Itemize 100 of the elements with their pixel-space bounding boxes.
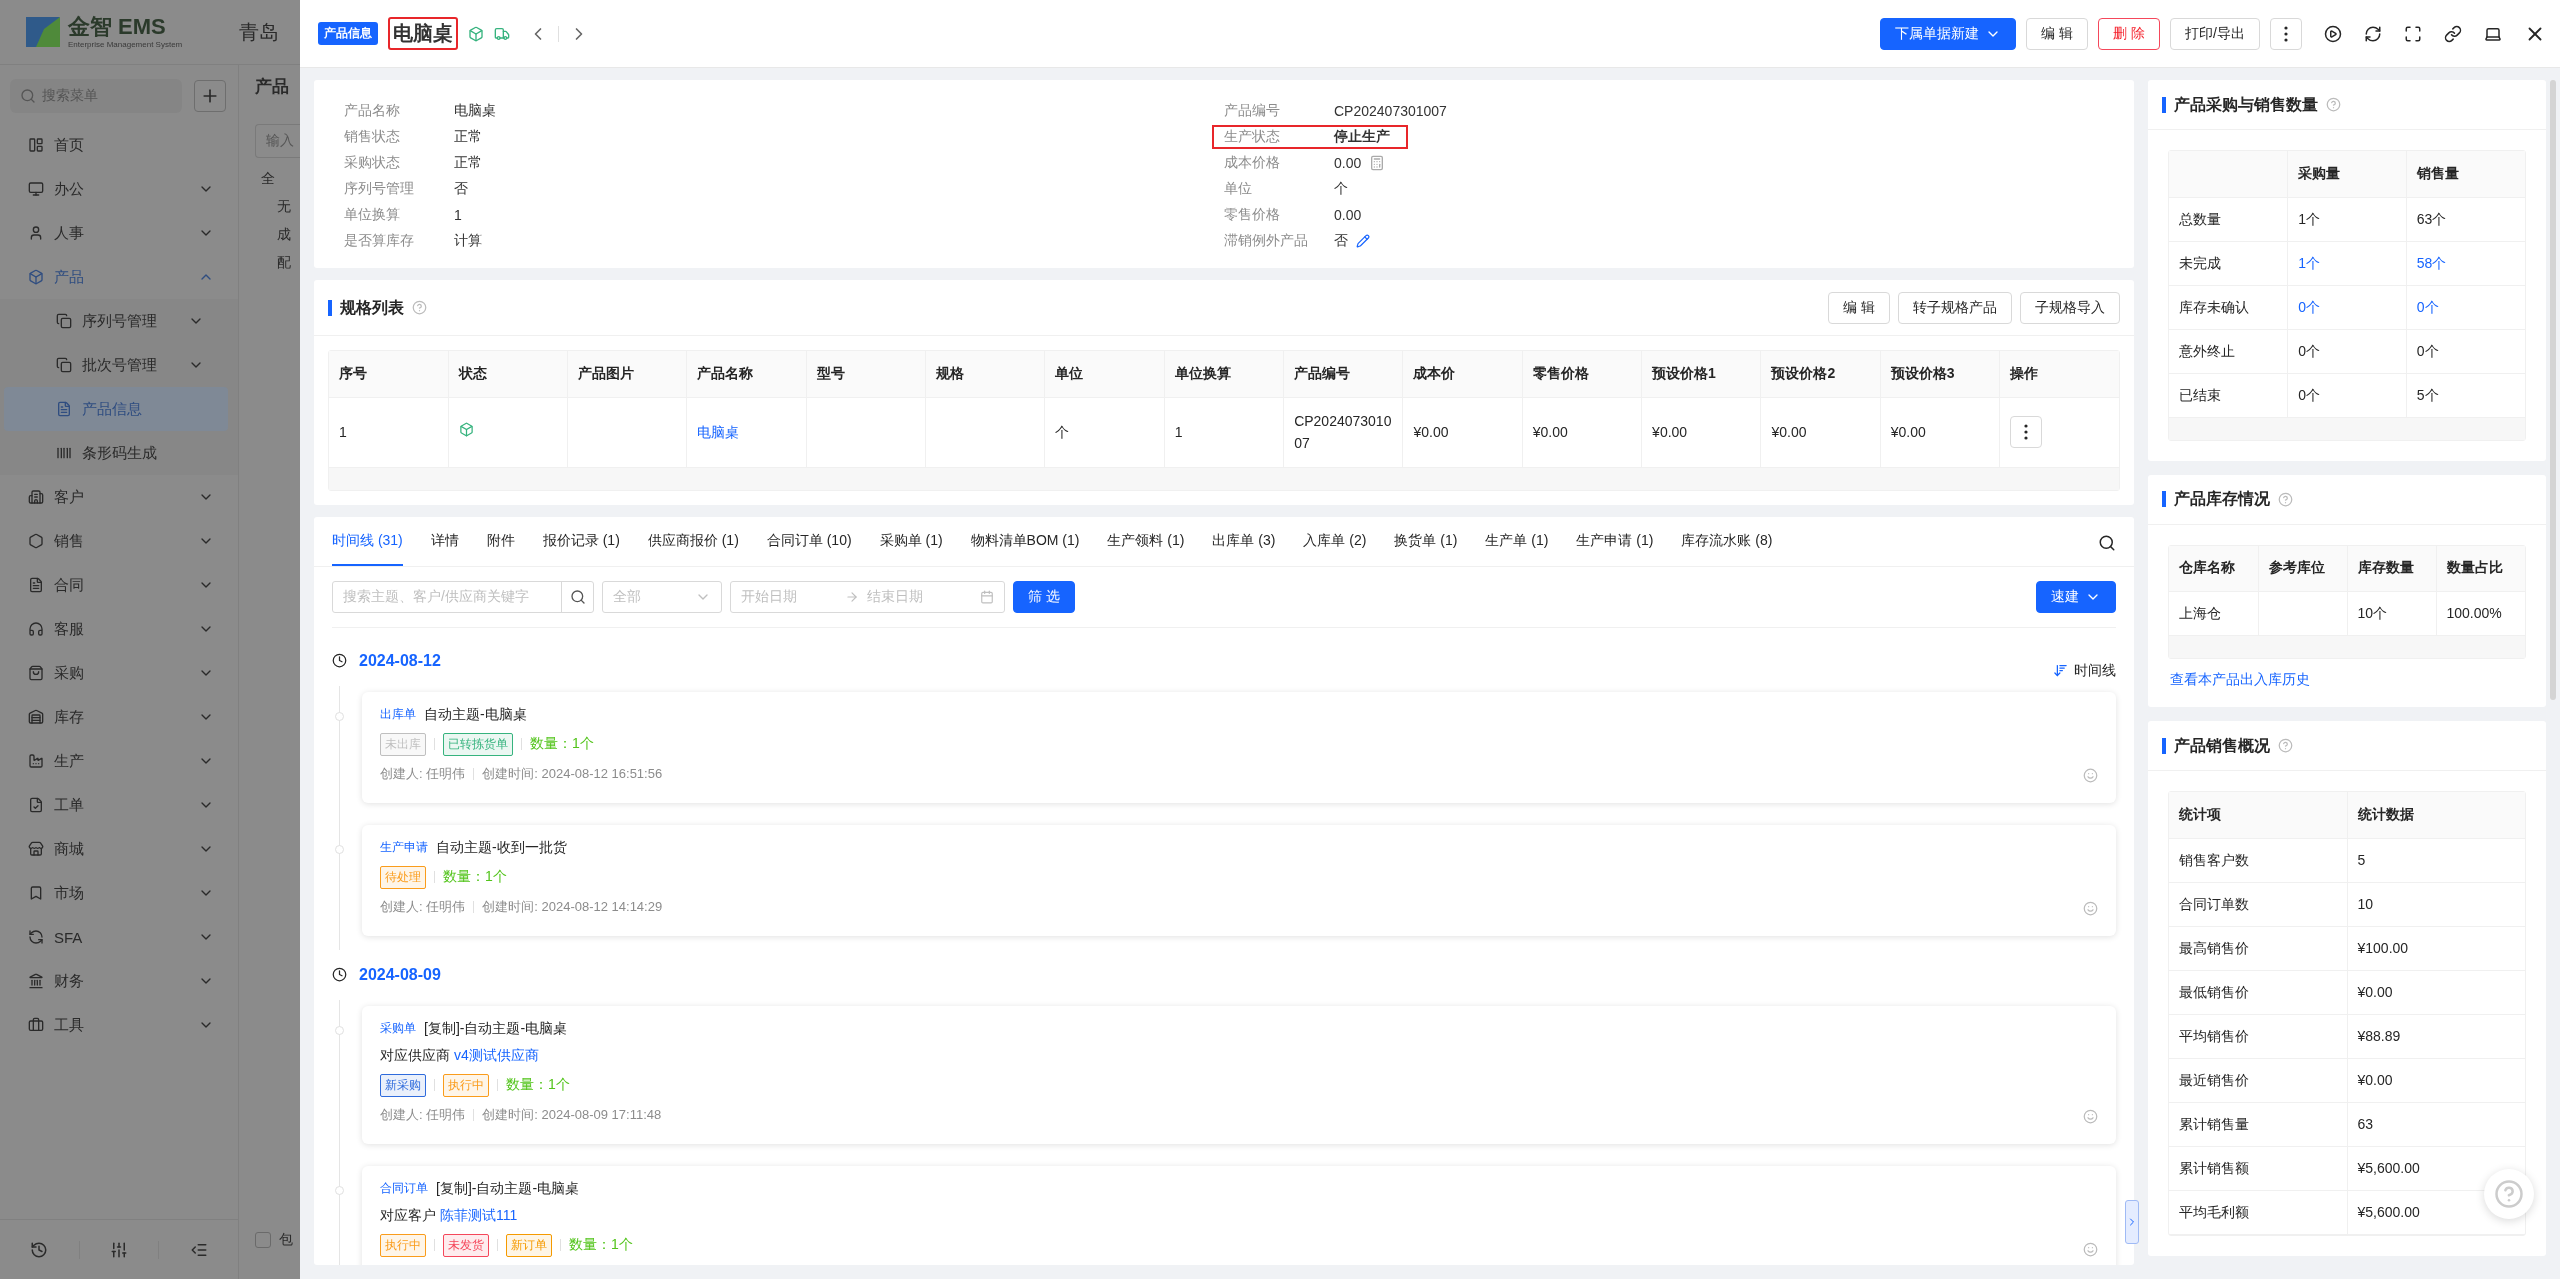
help-icon[interactable] [2278, 738, 2293, 753]
tab[interactable]: 时间线 (31) [332, 531, 403, 566]
table-cell: 已结束 [2169, 373, 2288, 417]
field-value: CP202407301007 [1334, 103, 1447, 119]
submenu-item[interactable]: 批次号管理 [4, 343, 228, 387]
create-sub-document-button[interactable]: 下属单据新建 [1880, 17, 2017, 50]
help-icon[interactable] [2326, 97, 2341, 112]
menu-item[interactable]: 人事 [0, 211, 238, 255]
document-icon [56, 401, 72, 417]
play-icon[interactable] [2324, 24, 2342, 43]
tab[interactable]: 库存流水账 (8) [1681, 531, 1773, 566]
more-button[interactable] [2010, 416, 2043, 448]
submenu-item[interactable]: 条形码生成 [4, 431, 228, 475]
fullscreen-icon[interactable] [2404, 24, 2422, 43]
quantity-link[interactable]: 0个 [2406, 285, 2525, 329]
menu-item[interactable]: SFA [0, 915, 238, 959]
building-icon [28, 489, 44, 505]
tab[interactable]: 供应商报价 (1) [647, 531, 739, 566]
status-tag: 执行中 [380, 1233, 426, 1257]
record-title: [复制]-自动主题-电脑桌 [436, 1179, 580, 1198]
search-icon[interactable] [2098, 533, 2116, 552]
tab[interactable]: 物料清单BOM (1) [970, 531, 1080, 566]
smile-icon[interactable] [2083, 1241, 2098, 1257]
quantity-link[interactable]: 0个 [2287, 285, 2407, 329]
quantity: 数量：1个 [569, 1236, 633, 1254]
table-cell: 1 [329, 397, 449, 467]
sort-button[interactable]: 时间线 [2053, 661, 2116, 680]
tab[interactable]: 采购单 (1) [879, 531, 943, 566]
history-link[interactable]: 查看本产品出入库历史 [2170, 671, 2526, 689]
menu-item[interactable]: 客服 [0, 607, 238, 651]
quick-create-button[interactable]: 速建 [2036, 580, 2116, 613]
menu-item[interactable]: 产品 [0, 255, 238, 299]
tab[interactable]: 报价记录 (1) [542, 531, 620, 566]
spec-button[interactable]: 编 辑 [1828, 291, 1890, 324]
tab[interactable]: 附件 [486, 531, 515, 566]
menu-item[interactable]: 财务 [0, 959, 238, 1003]
menu-item[interactable]: 工具 [0, 1003, 238, 1047]
column-header: 零售价格 [1522, 351, 1642, 397]
quantity: 数量：1个 [506, 1076, 570, 1094]
spec-button[interactable]: 子规格导入 [2020, 291, 2120, 324]
created-time: 创建时间: 2024-08-09 17:11:48 [482, 1105, 662, 1124]
tab[interactable]: 生产申请 (1) [1576, 531, 1654, 566]
quantity-link[interactable]: 1个 [2287, 241, 2407, 285]
help-icon[interactable] [2278, 491, 2293, 507]
edit-icon[interactable] [1356, 234, 1370, 248]
checkbox[interactable] [255, 1232, 271, 1248]
column-header: 数量占比 [2436, 545, 2525, 592]
tab[interactable]: 生产领料 (1) [1107, 531, 1185, 566]
help-icon [2494, 1179, 2524, 1209]
tree-item[interactable]: 配 [255, 254, 300, 272]
menu-item[interactable]: 生产 [0, 739, 238, 783]
product-link[interactable]: 电脑桌 [687, 397, 807, 467]
calculator-icon[interactable] [1369, 155, 1386, 171]
menu-item[interactable]: 首页 [0, 123, 238, 167]
tab[interactable]: 出库单 (3) [1212, 531, 1276, 566]
tab[interactable]: 生产单 (1) [1485, 531, 1549, 566]
search-icon [569, 588, 586, 605]
toolbar-button[interactable]: 编 辑 [2026, 17, 2089, 50]
truck-icon[interactable] [494, 25, 510, 42]
help-icon[interactable] [412, 300, 427, 315]
smile-icon[interactable] [2083, 1108, 2098, 1124]
collapse-handle[interactable] [2125, 1200, 2139, 1244]
field-label: 产品编号 [1224, 102, 1281, 120]
menu-item[interactable]: 市场 [0, 871, 238, 915]
menu-item[interactable]: 工单 [0, 783, 238, 827]
tree-item[interactable]: 无 [255, 198, 300, 216]
scrollbar[interactable] [2550, 80, 2556, 700]
sliders-icon[interactable] [110, 1240, 128, 1259]
relation-link[interactable]: 陈菲测试111 [440, 1206, 518, 1225]
tree-item[interactable]: 成 [255, 226, 300, 244]
tab[interactable]: 详情 [430, 531, 459, 566]
more-button[interactable] [2270, 17, 2302, 50]
smile-icon[interactable] [2083, 767, 2098, 783]
relation-link[interactable]: v4测试供应商 [454, 1046, 539, 1065]
toolbar-button[interactable]: 删 除 [2098, 17, 2161, 50]
smile-icon[interactable] [2083, 900, 2098, 916]
menu-item[interactable]: 商城 [0, 827, 238, 871]
filter-button[interactable]: 筛 选 [1013, 580, 1075, 613]
link-icon[interactable] [2444, 24, 2462, 43]
tab[interactable]: 换货单 (1) [1394, 531, 1458, 566]
refresh-icon[interactable] [2364, 24, 2382, 43]
menu-item[interactable]: 合同 [0, 563, 238, 607]
spec-button[interactable]: 转子规格产品 [1898, 291, 2012, 324]
submenu-item[interactable]: 产品信息 [4, 387, 228, 431]
menu-item[interactable]: 库存 [0, 695, 238, 739]
menu-item[interactable]: 采购 [0, 651, 238, 695]
add-button[interactable] [194, 80, 226, 112]
submenu-item[interactable]: 序列号管理 [4, 299, 228, 343]
table-cell: ¥0.00 [1880, 397, 2000, 467]
tree-item[interactable]: 全 [255, 170, 300, 188]
tab[interactable]: 合同订单 (10) [766, 531, 852, 566]
table-cell: 63个 [2406, 197, 2525, 241]
cube-icon[interactable] [468, 25, 484, 42]
toolbar-button[interactable]: 打印/导出 [2170, 17, 2260, 50]
tab[interactable]: 入库单 (2) [1303, 531, 1367, 566]
menu-item[interactable]: 办公 [0, 167, 238, 211]
history-icon[interactable] [30, 1240, 49, 1259]
menu-item[interactable]: 销售 [0, 519, 238, 563]
quantity-link[interactable]: 58个 [2406, 241, 2525, 285]
menu-item[interactable]: 客户 [0, 475, 238, 519]
